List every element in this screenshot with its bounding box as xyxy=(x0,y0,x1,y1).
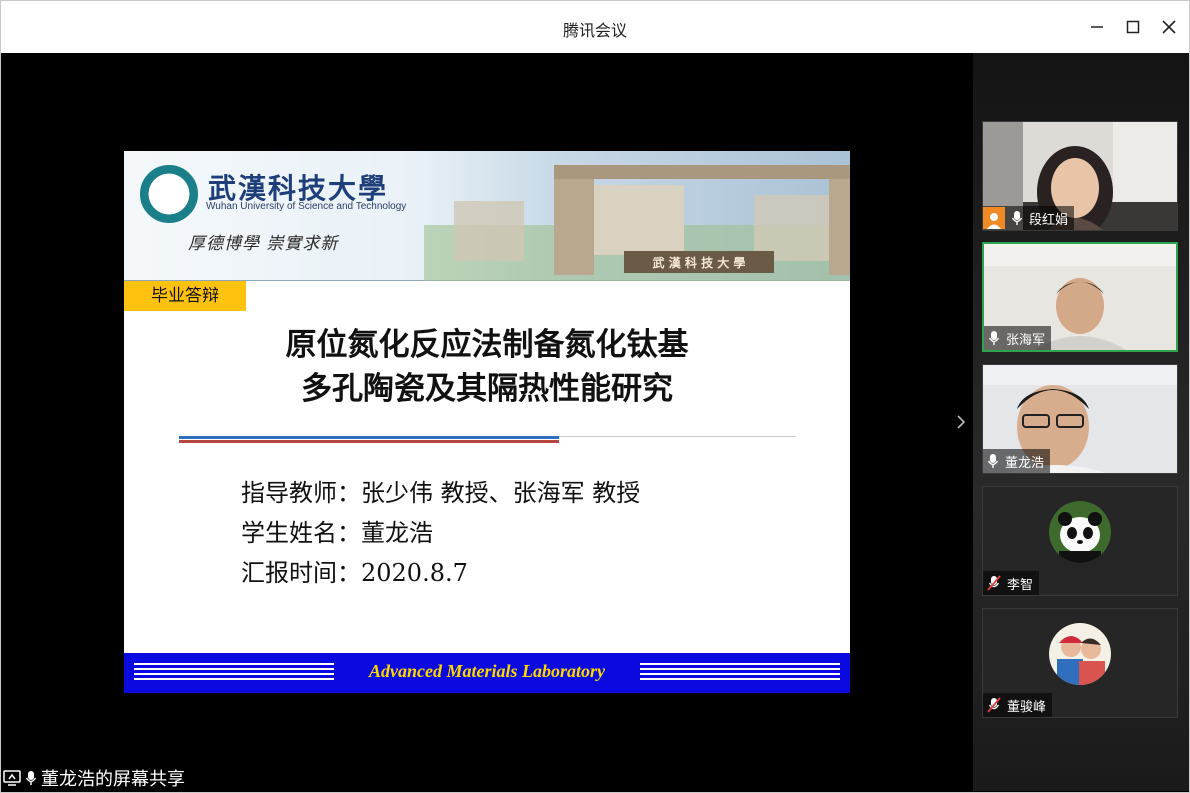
footer-text: Advanced Materials Laboratory xyxy=(369,661,605,681)
kids-avatar xyxy=(1049,623,1111,685)
advisor-line: 指导教师：张少伟 教授、张海军 教授 xyxy=(241,479,641,507)
defense-tag: 毕业答辩 xyxy=(124,281,246,311)
participant-name: 董骏峰 xyxy=(1007,699,1047,715)
microphone-icon xyxy=(1011,211,1023,225)
microphone-icon xyxy=(25,771,37,785)
divider-blue xyxy=(179,436,559,439)
close-button[interactable] xyxy=(1157,15,1181,39)
participant-nameplate: 董骏峰 xyxy=(983,693,1053,717)
date-line: 汇报时间：2020.8.7 xyxy=(241,559,468,587)
title-bar: 腾讯会议 xyxy=(1,1,1189,53)
microphone-muted-icon xyxy=(987,697,1001,713)
screen-share-status: 董龙浩的屏幕共享 xyxy=(3,766,185,790)
participant-tile[interactable]: 董骏峰 xyxy=(982,608,1178,718)
gate-sign: 武 漢 科 技 大 學 xyxy=(653,255,746,270)
close-icon xyxy=(1162,20,1176,34)
microphone-icon xyxy=(988,331,1000,345)
participant-name: 段红娟 xyxy=(1029,212,1069,228)
participant-nameplate: 段红娟 xyxy=(983,206,1075,230)
person-icon xyxy=(983,207,1005,229)
participant-nameplate: 董龙浩 xyxy=(983,449,1051,473)
participant-tile-active[interactable]: 张海军 xyxy=(982,242,1178,352)
participant-name: 张海军 xyxy=(1006,332,1046,348)
student-line: 学生姓名：董龙浩 xyxy=(241,519,433,547)
participant-tile[interactable]: 李智 xyxy=(982,486,1178,596)
screen-share-icon xyxy=(3,770,21,786)
minimize-button[interactable] xyxy=(1085,15,1109,39)
microphone-muted-icon xyxy=(987,575,1001,591)
university-banner: 武漢科技大學 Wuhan University of Science and T… xyxy=(124,151,850,281)
collapse-sidebar-button[interactable] xyxy=(952,411,970,433)
university-logo xyxy=(140,165,198,223)
participant-name: 李智 xyxy=(1007,577,1034,593)
shared-slide: 武漢科技大學 Wuhan University of Science and T… xyxy=(124,151,850,693)
window-title: 腾讯会议 xyxy=(562,21,627,40)
divider-grey xyxy=(559,436,796,437)
chevron-right-icon xyxy=(957,415,966,429)
slide-footer: Advanced Materials Laboratory xyxy=(124,653,850,693)
participant-nameplate: 李智 xyxy=(983,571,1040,595)
university-name-en: Wuhan University of Science and Technolo… xyxy=(206,201,407,212)
meeting-window: 腾讯会议 武漢科技大學 Wuhan University of Science … xyxy=(0,0,1190,793)
thesis-title-line2: 多孔陶瓷及其隔热性能研究 xyxy=(301,371,673,407)
maximize-icon xyxy=(1126,20,1140,34)
participant-tile[interactable]: 董龙浩 xyxy=(982,364,1178,474)
screen-share-label: 董龙浩的屏幕共享 xyxy=(41,769,185,790)
microphone-icon xyxy=(987,454,999,468)
maximize-button[interactable] xyxy=(1121,15,1145,39)
participant-name: 董龙浩 xyxy=(1005,455,1045,471)
thesis-title-line1: 原位氮化反应法制备氮化钛基 xyxy=(285,327,689,363)
campus-gate-image: 武 漢 科 技 大 學 xyxy=(424,165,850,281)
participant-tile[interactable]: 段红娟 xyxy=(982,121,1178,231)
divider-red xyxy=(179,440,559,443)
participant-nameplate: 张海军 xyxy=(984,326,1052,350)
minimize-icon xyxy=(1091,26,1103,28)
panda-avatar xyxy=(1049,501,1111,563)
university-motto: 厚德博學 崇實求新 xyxy=(188,234,339,254)
